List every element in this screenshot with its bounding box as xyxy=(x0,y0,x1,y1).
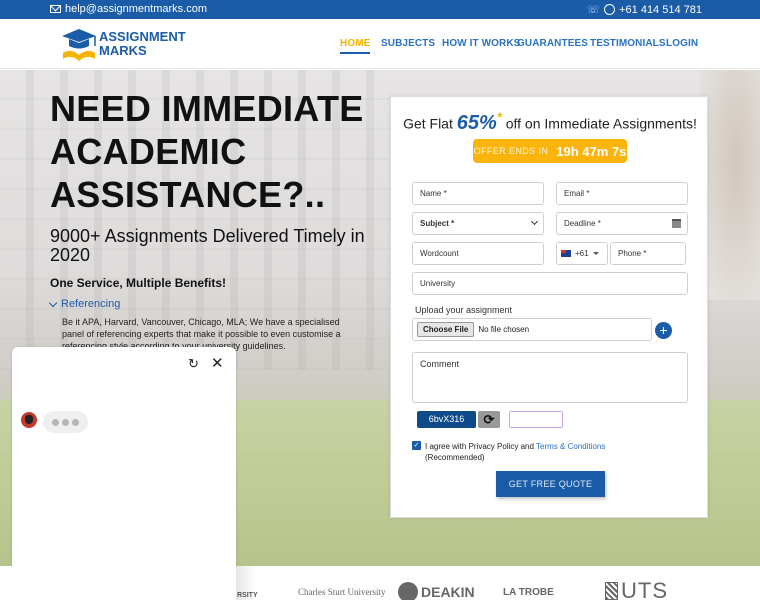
name-field[interactable]: Name * xyxy=(412,182,544,205)
nav-login[interactable]: LOGIN xyxy=(666,38,698,49)
deadline-placeholder: Deadline * xyxy=(564,219,601,228)
nav-subjects[interactable]: SUBJECTS xyxy=(381,38,435,49)
logo-line-2: MARKS xyxy=(99,43,147,58)
caret-down-icon xyxy=(592,252,599,255)
offer-suffix: off on Immediate Assignments! xyxy=(501,115,697,132)
subject-select[interactable]: Subject * xyxy=(412,212,544,235)
get-free-quote-button[interactable]: GET FREE QUOTE xyxy=(496,471,605,497)
university-logo-charles-sturt: Charles Sturt University xyxy=(298,587,386,597)
wordcount-placeholder: Wordcount xyxy=(420,249,459,258)
upload-label: Upload your assignment xyxy=(415,305,513,315)
captcha-code: 6bvX316 xyxy=(417,411,476,428)
hero-title: NEED IMMEDIATE ACADEMIC ASSISTANCE?.. xyxy=(50,87,364,216)
refresh-icon: ⟳ xyxy=(483,412,495,427)
offer-pct-value: 65% xyxy=(456,111,497,134)
deakin-text: DEAKIN xyxy=(421,584,475,600)
contact-phone[interactable]: ☏ +61 414 514 781 xyxy=(586,3,702,17)
comment-textarea[interactable]: Comment xyxy=(412,352,688,403)
timer-label: OFFER ENDS IN xyxy=(473,146,549,156)
chevron-down-icon xyxy=(530,217,539,226)
logo-text: ASSIGNMENT MARKS xyxy=(99,30,186,58)
australia-flag-icon xyxy=(561,250,571,257)
plus-icon: + xyxy=(659,322,668,338)
email-placeholder: Email * xyxy=(564,189,590,198)
university-logo-deakin: DEAKIN xyxy=(398,582,475,600)
offer-timer: OFFER ENDS IN 19h 47m 7s xyxy=(473,139,627,163)
captcha-input[interactable] xyxy=(509,411,563,428)
phone-placeholder: Phone * xyxy=(618,249,647,258)
typing-dot xyxy=(52,418,59,426)
phone-icon: ☏ xyxy=(586,4,601,16)
chat-reload-icon[interactable]: ↻ xyxy=(188,356,199,372)
contact-phone-text[interactable]: +61 414 514 781 xyxy=(619,4,702,16)
university-logos: RSITY Charles Sturt University DEAKIN LA… xyxy=(0,566,760,600)
wordcount-field[interactable]: Wordcount xyxy=(412,242,544,265)
university-logo-uts: UTS xyxy=(605,578,668,600)
offer-prefix: Get Flat xyxy=(403,115,457,132)
typing-indicator xyxy=(43,411,88,433)
email-field[interactable]: Email * xyxy=(556,182,688,205)
graduation-cap-book-icon xyxy=(62,29,96,61)
contact-email[interactable]: help@assignmentmarks.com xyxy=(50,3,207,15)
calendar-icon[interactable] xyxy=(672,219,681,228)
agree-text: I agree with Privacy Policy and xyxy=(425,442,537,451)
top-contact-bar: help@assignmentmarks.com ☏ +61 414 514 7… xyxy=(0,0,760,19)
choose-file-button[interactable]: Choose File xyxy=(417,322,475,337)
terms-agreement: ✓ I agree with Privacy Policy and Terms … xyxy=(412,441,605,463)
uts-emblem-icon xyxy=(605,582,618,600)
typing-dot xyxy=(62,418,69,426)
nav-how-it-works[interactable]: HOW IT WORKS xyxy=(442,38,520,49)
quote-form-card: Get Flat 65%* off on Immediate Assignmen… xyxy=(390,96,708,518)
country-code-select[interactable]: +61 xyxy=(556,242,608,265)
chevron-down-icon xyxy=(48,298,58,307)
accordion-label[interactable]: Referencing xyxy=(61,298,120,310)
file-status: No file chosen xyxy=(478,325,530,334)
logo-line-1: ASSIGNMENT xyxy=(99,29,186,44)
university-logo-la-trobe: LA TROBE xyxy=(503,587,554,598)
mail-icon xyxy=(50,5,61,13)
nav-home[interactable]: HOME xyxy=(340,38,371,54)
contact-email-text[interactable]: help@assignmentmarks.com xyxy=(65,3,207,15)
add-file-button[interactable]: + xyxy=(655,322,672,339)
university-logo-partial: RSITY xyxy=(237,592,258,599)
hero-title-line: NEED IMMEDIATE xyxy=(50,88,364,129)
nav-testimonials[interactable]: TESTIMONIALS xyxy=(590,38,666,49)
offer-percentage: 65%* xyxy=(456,109,502,134)
hero-title-line: ACADEMIC xyxy=(50,131,247,172)
name-placeholder: Name * xyxy=(420,189,447,198)
chat-close-icon[interactable]: ✕ xyxy=(211,354,224,372)
chat-widget: ↻ ✕ xyxy=(12,347,236,600)
typing-dot xyxy=(72,418,79,426)
offer-title: Get Flat 65%* off on Immediate Assignmen… xyxy=(391,109,709,135)
file-upload-input[interactable]: Choose File No file chosen xyxy=(412,318,652,341)
deadline-field[interactable]: Deadline * xyxy=(556,212,688,235)
country-code: +61 xyxy=(575,249,589,258)
timer-value: 19h 47m 7s xyxy=(556,143,627,159)
phone-field[interactable]: Phone * xyxy=(610,242,686,265)
university-field[interactable]: University xyxy=(412,272,688,295)
uts-text: UTS xyxy=(621,578,668,600)
agent-avatar xyxy=(21,412,37,428)
nav-guarantees[interactable]: GUARANTEES xyxy=(517,38,588,49)
university-placeholder: University xyxy=(420,279,456,288)
agree-note: (Recommended) xyxy=(425,453,485,462)
hero-title-line: ASSISTANCE?.. xyxy=(50,174,326,215)
subject-selected: Subject * xyxy=(420,219,455,228)
site-header: ASSIGNMENT MARKS HOME SUBJECTS HOW IT WO… xyxy=(0,19,760,69)
deakin-emblem-icon xyxy=(398,582,418,600)
agree-checkbox[interactable]: ✓ xyxy=(412,441,421,450)
hero-subtitle: 9000+ Assignments Delivered Timely in 20… xyxy=(50,226,365,265)
comment-placeholder: Comment xyxy=(420,359,460,369)
logo[interactable]: ASSIGNMENT MARKS xyxy=(58,25,188,65)
accordion-referencing[interactable]: Referencing xyxy=(48,298,120,310)
captcha-refresh-button[interactable]: ⟳ xyxy=(478,411,500,428)
terms-link[interactable]: Terms & Conditions xyxy=(536,442,605,451)
whatsapp-icon xyxy=(604,4,616,15)
benefits-heading: One Service, Multiple Benefits! xyxy=(50,276,227,290)
